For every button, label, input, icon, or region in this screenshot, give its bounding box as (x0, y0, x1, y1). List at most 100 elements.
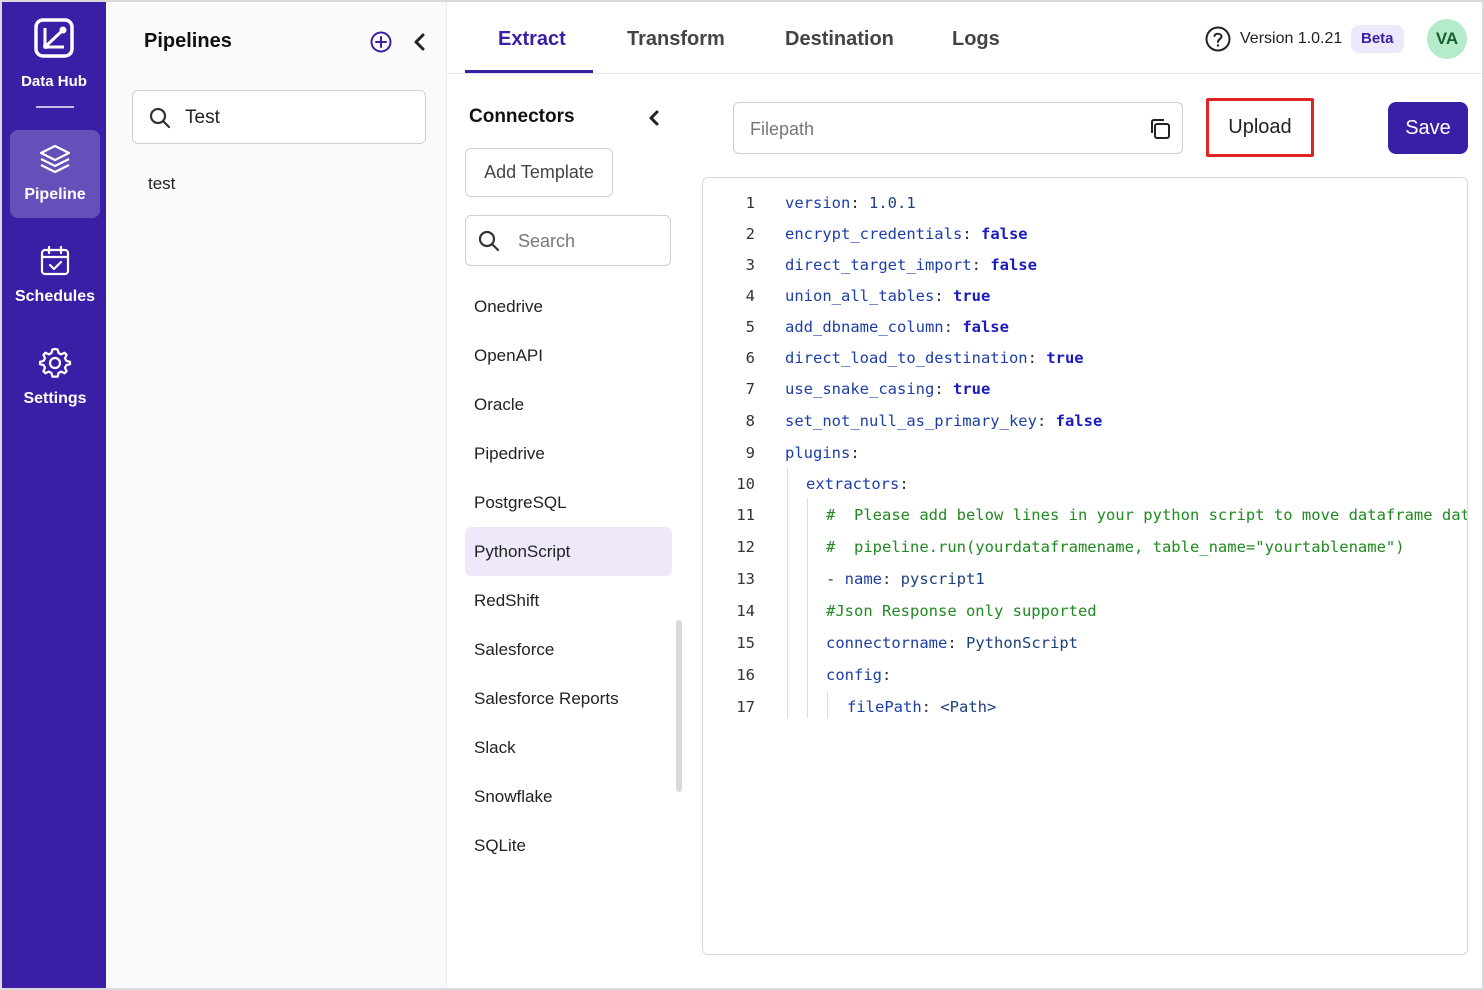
code-colon: : (971, 256, 991, 274)
tab-destination[interactable]: Destination (785, 28, 894, 51)
search-icon (478, 230, 500, 252)
code-colon: : (934, 380, 953, 398)
add-template-button[interactable]: Add Template (465, 148, 613, 197)
connector-list-scrollbar[interactable] (676, 620, 682, 792)
code-colon: : (882, 570, 901, 588)
code-value: false (1055, 412, 1103, 430)
code-text: - name: pyscript1 (826, 564, 985, 594)
line-number: 6 (745, 349, 755, 367)
connector-item[interactable]: Salesforce (465, 625, 672, 674)
code-key: name (844, 570, 882, 588)
connector-item[interactable]: Onedrive (465, 282, 672, 331)
code-key: filePath (847, 698, 922, 716)
code-text: set_not_null_as_primary_key: false (785, 406, 1102, 436)
tab-logs[interactable]: Logs (952, 28, 1000, 51)
code-comment: # pipeline.run(yourdataframename, table_… (826, 538, 1405, 556)
connector-item[interactable]: Oracle (465, 380, 672, 429)
code-colon: : (947, 634, 966, 652)
search-icon (149, 107, 171, 129)
code-text: connectorname: PythonScript (826, 628, 1078, 658)
code-key: config (826, 666, 882, 684)
code-key: extractors (806, 475, 900, 493)
save-button[interactable]: Save (1388, 102, 1468, 154)
code-colon: : (850, 194, 869, 212)
connector-item[interactable]: Slack (465, 723, 672, 772)
copy-icon[interactable] (1148, 117, 1172, 141)
code-text: direct_load_to_destination: true (785, 343, 1084, 373)
pipeline-list-item[interactable]: test (148, 174, 175, 194)
code-key: set_not_null_as_primary_key (785, 412, 1037, 430)
line-number: 16 (736, 666, 755, 684)
connector-item[interactable]: Salesforce Reports (465, 674, 672, 723)
indent-guide (827, 692, 828, 718)
upload-button[interactable]: Upload (1206, 98, 1314, 157)
collapse-connectors-icon[interactable] (644, 108, 664, 128)
line-number: 8 (745, 412, 755, 430)
connectors-title: Connectors (469, 106, 575, 127)
nav-item-schedules[interactable]: Schedules (10, 232, 100, 320)
code-colon: : (850, 444, 869, 462)
tab-transform[interactable]: Transform (627, 28, 725, 51)
connector-item[interactable]: PythonScript (465, 527, 672, 576)
yaml-code-editor[interactable]: 1 version: 1.0.1 2 encrypt_credentials: fal… (702, 177, 1468, 955)
code-text: union_all_tables: true (785, 281, 990, 311)
code-value: PythonScript (966, 634, 1078, 652)
code-text: filePath: <Path> (847, 692, 996, 722)
code-key: direct_load_to_destination (785, 349, 1028, 367)
line-number: 3 (745, 256, 755, 274)
code-text: direct_target_import: false (785, 250, 1037, 280)
help-icon[interactable] (1205, 26, 1231, 52)
app-name: Data Hub (21, 73, 87, 90)
connector-item[interactable]: PostgreSQL (465, 478, 672, 527)
code-value: pyscript1 (900, 570, 985, 588)
tab-extract[interactable]: Extract (498, 28, 566, 51)
code-value: false (962, 318, 1009, 336)
code-key: encrypt_credentials (785, 225, 963, 243)
nav-item-settings[interactable]: Settings (10, 334, 100, 422)
code-value: <Path> (940, 698, 997, 716)
line-number: 2 (745, 225, 755, 243)
code-key: direct_target_import (785, 256, 972, 274)
connector-search[interactable] (465, 215, 671, 266)
filepath-field[interactable] (733, 102, 1183, 154)
code-colon: : (934, 287, 953, 305)
nav-label: Settings (23, 390, 87, 407)
calendar-icon (40, 245, 70, 276)
code-colon: : (882, 666, 901, 684)
code-colon: : (921, 698, 941, 716)
code-text: plugins: (785, 438, 869, 468)
code-key: union_all_tables (785, 287, 935, 305)
connector-item[interactable]: Pipedrive (465, 429, 672, 478)
code-key: connectorname (826, 634, 948, 652)
filepath-input[interactable] (750, 115, 1130, 143)
layers-icon (39, 144, 71, 174)
line-number: 17 (736, 698, 755, 716)
line-number: 12 (736, 538, 755, 556)
connector-item[interactable]: SQLite (465, 821, 672, 870)
connector-item[interactable]: OpenAPI (465, 331, 672, 380)
pipelines-title: Pipelines (144, 30, 232, 52)
line-number: 1 (745, 194, 755, 212)
indent-guide (787, 468, 788, 718)
connector-search-input[interactable] (518, 227, 658, 255)
list-dash: - (826, 570, 845, 588)
code-text: #Json Response only supported (826, 596, 1097, 626)
code-text: add_dbname_column: false (785, 312, 1009, 342)
add-pipeline-icon[interactable] (370, 31, 392, 53)
connector-item[interactable]: RedShift (465, 576, 672, 625)
nav-item-pipeline[interactable]: Pipeline (10, 130, 100, 218)
pipeline-search-input[interactable] (185, 103, 415, 133)
pipelines-panel: Pipelines test (106, 2, 447, 988)
collapse-panel-icon[interactable] (410, 32, 430, 52)
nav-label: Schedules (14, 288, 96, 305)
app-logo[interactable]: Data Hub (2, 18, 106, 90)
code-colon: : (943, 318, 963, 336)
user-avatar[interactable]: VA (1427, 19, 1467, 59)
nav-divider (36, 106, 74, 108)
app-window: Data Hub Pipeline Schedules Settings Pip… (0, 0, 1484, 990)
code-text: version: 1.0.1 (785, 188, 916, 218)
line-number: 5 (745, 318, 755, 336)
pipeline-search[interactable] (132, 90, 426, 144)
code-key: version (785, 194, 851, 212)
connector-item[interactable]: Snowflake (465, 772, 672, 821)
